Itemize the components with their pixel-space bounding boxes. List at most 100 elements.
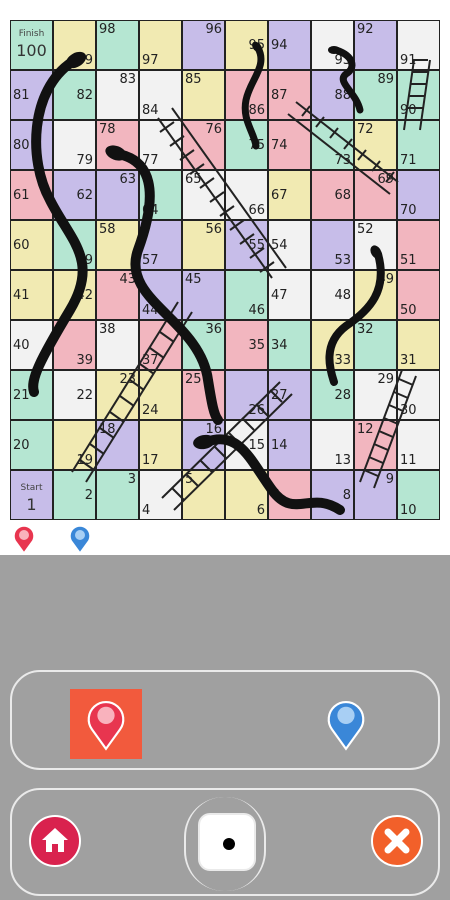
board-cell-8: 8 xyxy=(311,470,354,520)
cell-number: 50 xyxy=(400,303,417,318)
board-cell-40: 40 xyxy=(10,320,53,370)
cell-number: 38 xyxy=(99,322,116,337)
cell-number: 40 xyxy=(13,338,30,353)
board-cell-10: 10 xyxy=(397,470,440,520)
cell-number: 2 xyxy=(84,488,93,503)
board-cell-77: 77 xyxy=(139,120,182,170)
board-cell-14: 14 xyxy=(268,420,311,470)
cell-number: 86 xyxy=(248,103,265,118)
board-cell-83: 83 xyxy=(96,70,139,120)
board-cell-36: 36 xyxy=(182,320,225,370)
cell-number: 39 xyxy=(76,353,93,368)
cell-number: 72 xyxy=(357,122,374,137)
board-cell-47: 47 xyxy=(268,270,311,320)
cell-number: 81 xyxy=(13,88,30,103)
board-cell-9: 9 xyxy=(354,470,397,520)
cell-number: 31 xyxy=(400,353,417,368)
board-cell-20: 20 xyxy=(10,420,53,470)
board-cell-95: 95 xyxy=(225,20,268,70)
cell-number: 3 xyxy=(127,472,136,487)
board-cell-94: 94 xyxy=(268,20,311,70)
board-cell-91: 91 xyxy=(397,20,440,70)
cell-number: 83 xyxy=(119,72,136,87)
board-cell-67: 67 xyxy=(268,170,311,220)
board-cell-43: 43 xyxy=(96,270,139,320)
cell-number: 20 xyxy=(13,438,30,453)
cell-number: 99 xyxy=(76,53,93,68)
cell-number: 98 xyxy=(99,22,116,37)
cell-number: 97 xyxy=(142,53,159,68)
cell-number: 95 xyxy=(248,38,265,53)
board-cell-33: 33 xyxy=(311,320,354,370)
red-player-map-pin-icon[interactable] xyxy=(84,697,128,751)
cell-number: 10 xyxy=(400,503,417,518)
board-cell-82: 82 xyxy=(53,70,96,120)
cell-number: 44 xyxy=(142,303,159,318)
board-cell-53: 53 xyxy=(311,220,354,270)
board-cell-74: 74 xyxy=(268,120,311,170)
board-cell-84: 84 xyxy=(139,70,182,120)
board-cell-42: 42 xyxy=(53,270,96,320)
cell-number: 65 xyxy=(185,172,202,187)
cell-number: 11 xyxy=(400,453,417,468)
dice-frame xyxy=(184,797,266,891)
red-token-pin-icon[interactable] xyxy=(12,524,36,554)
cell-number: 27 xyxy=(271,388,288,403)
board-cell-55: 55 xyxy=(225,220,268,270)
board-cell-48: 48 xyxy=(311,270,354,320)
home-button[interactable] xyxy=(28,814,82,868)
board-cell-73: 73 xyxy=(311,120,354,170)
cell-number: 19 xyxy=(76,453,93,468)
board-cell-68: 68 xyxy=(311,170,354,220)
board-cell-80: 80 xyxy=(10,120,53,170)
board-cell-34: 34 xyxy=(268,320,311,370)
cell-number: 21 xyxy=(13,388,30,403)
blue-token-pin-icon[interactable] xyxy=(68,524,92,554)
cell-number: 68 xyxy=(334,188,351,203)
cell-number: 30 xyxy=(400,403,417,418)
board-cell-35: 35 xyxy=(225,320,268,370)
cell-number: 94 xyxy=(271,38,288,53)
cell-number: 9 xyxy=(385,472,394,487)
board-cell-5: 5 xyxy=(182,470,225,520)
blue-player-map-pin-icon[interactable] xyxy=(324,697,368,751)
board-cell-25: 25 xyxy=(182,370,225,420)
board-area: Finish 100 99 98 97 96 95 94 93 92 91 81 82 83 84 85 86 8… xyxy=(0,0,450,555)
cell-number: 79 xyxy=(76,153,93,168)
board-cell-37: 37 xyxy=(139,320,182,370)
cell-number: 63 xyxy=(119,172,136,187)
board-cell-31: 31 xyxy=(397,320,440,370)
cell-number: 77 xyxy=(142,153,159,168)
cell-number: 89 xyxy=(377,72,394,87)
start-label: Start xyxy=(20,483,43,493)
cell-number: 14 xyxy=(271,438,288,453)
cell-number: 26 xyxy=(248,403,265,418)
board-cell-27: 27 xyxy=(268,370,311,420)
board-cell-100: Finish 100 xyxy=(10,20,53,70)
board-cell-16: 16 xyxy=(182,420,225,470)
board-cell-71: 71 xyxy=(397,120,440,170)
cell-number: 42 xyxy=(76,288,93,303)
board-cell-61: 61 xyxy=(10,170,53,220)
exit-button[interactable] xyxy=(370,814,424,868)
board-cell-66: 66 xyxy=(225,170,268,220)
cell-number: 84 xyxy=(142,103,159,118)
board-cell-62: 62 xyxy=(53,170,96,220)
cell-number: 55 xyxy=(248,238,265,253)
board-cell-17: 17 xyxy=(139,420,182,470)
cell-number: 78 xyxy=(99,122,116,137)
cell-number: 25 xyxy=(185,372,202,387)
board-cell-99: 99 xyxy=(53,20,96,70)
cell-number: 34 xyxy=(271,338,288,353)
board-cell-92: 92 xyxy=(354,20,397,70)
board-cell-7: 7 xyxy=(268,470,311,520)
cell-number: 48 xyxy=(334,288,351,303)
board-cell-29: 29 xyxy=(354,370,397,420)
board-cell-12: 12 xyxy=(354,420,397,470)
cell-number: 64 xyxy=(142,203,159,218)
board-cell-96: 96 xyxy=(182,20,225,70)
dice-button[interactable] xyxy=(198,813,256,871)
board-cell-3: 3 xyxy=(96,470,139,520)
board-cell-52: 52 xyxy=(354,220,397,270)
cell-number: 58 xyxy=(99,222,116,237)
